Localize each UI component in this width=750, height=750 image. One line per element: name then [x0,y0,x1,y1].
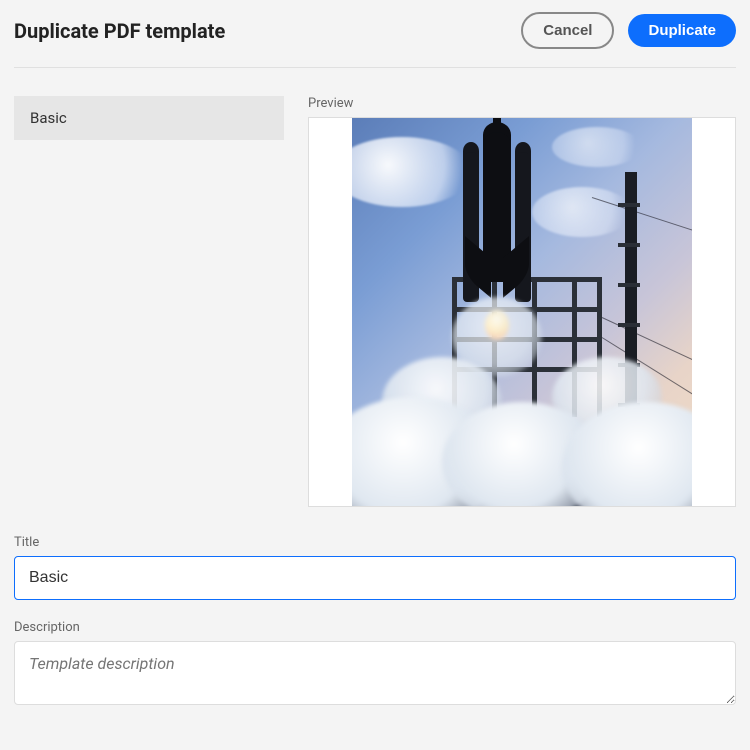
title-input[interactable] [14,556,736,600]
description-field-group: Description [14,620,736,709]
preview-label: Preview [308,96,736,111]
dialog-title: Duplicate PDF template [14,19,225,43]
title-field-group: Title [14,535,736,600]
dialog-body: Basic Preview [14,68,736,507]
dialog-header: Duplicate PDF template Cancel Duplicate [14,12,736,68]
form-section: Title Description [14,507,736,709]
preview-thumbnail [308,117,736,507]
preview-pane: Preview [308,96,736,507]
duplicate-template-dialog: Duplicate PDF template Cancel Duplicate … [0,0,750,741]
title-label: Title [14,535,736,550]
template-list: Basic [14,96,284,507]
preview-image [352,117,692,507]
duplicate-button[interactable]: Duplicate [628,14,736,47]
template-item-basic[interactable]: Basic [14,96,284,140]
description-textarea[interactable] [14,641,736,705]
cancel-button[interactable]: Cancel [521,12,614,49]
dialog-actions: Cancel Duplicate [521,12,736,49]
description-label: Description [14,620,736,635]
